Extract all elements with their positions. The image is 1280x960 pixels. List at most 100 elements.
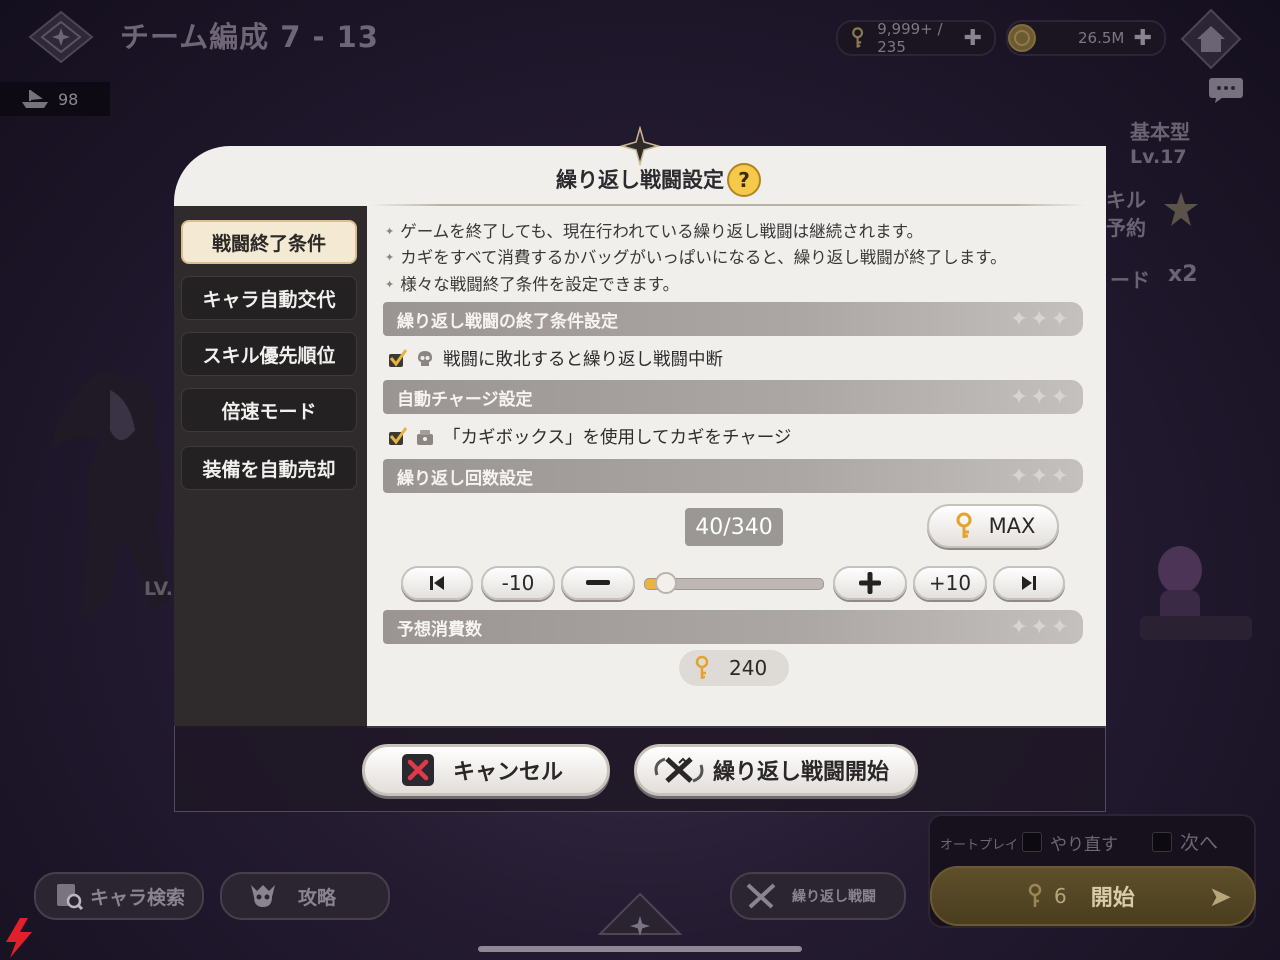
skill-label-2: 予約 — [1106, 216, 1146, 240]
decrement-button[interactable] — [561, 566, 635, 600]
question-icon[interactable]: ? — [726, 162, 762, 198]
close-icon — [402, 754, 434, 786]
skip-last-icon — [1022, 576, 1036, 590]
key-icon — [1028, 883, 1042, 907]
repeat-battle-button[interactable]: 繰り返し戦闘 — [730, 872, 906, 920]
repeat-count-slider[interactable] — [644, 572, 824, 594]
info-note: 様々な戦闘終了条件を設定できます。 — [385, 271, 679, 295]
repeat-battle-label: 繰り返し戦闘 — [792, 889, 876, 905]
double-arrow-icon: ➤ — [1208, 879, 1232, 913]
boat-counter: 98 — [0, 82, 110, 116]
tab-label: 倍速モード — [221, 400, 317, 423]
defeat-stop-label: 戦闘に敗北すると繰り返し戦闘中断 — [443, 350, 723, 370]
add-keys-icon[interactable]: ✚ — [964, 26, 982, 51]
max-button[interactable]: MAX — [927, 504, 1059, 548]
section-title: 予想消費数 — [397, 619, 482, 640]
back-diamond-icon[interactable] — [28, 10, 94, 64]
slider-thumb[interactable] — [655, 572, 677, 594]
settings-sidebar: 戦闘終了条件 キャラ自動交代 スキル優先順位 倍速モード 装備を自動売却 — [174, 206, 367, 728]
start-repeat-battle-label: 繰り返し戦闘開始 — [713, 760, 890, 785]
cancel-button[interactable]: キャンセル — [362, 744, 610, 796]
add-coins-icon[interactable]: ✚ — [1134, 26, 1152, 51]
strategy-button[interactable]: 攻略 — [220, 872, 390, 920]
defeat-stop-option[interactable]: 戦闘に敗北すると繰り返し戦闘中断 — [387, 346, 723, 371]
left-char-level: LV. — [144, 578, 173, 600]
home-indicator — [478, 946, 802, 952]
next-checkbox[interactable] — [1152, 832, 1172, 852]
repeat-swords-icon — [654, 757, 704, 783]
stars-decoration-icon: ✦✦✦ — [1009, 614, 1071, 640]
section-header-repeat-count: 繰り返し回数設定 ✦✦✦ — [383, 459, 1083, 493]
stars-decoration-icon: ✦✦✦ — [1009, 384, 1071, 410]
boat-count: 98 — [58, 89, 79, 109]
key-box-icon — [417, 429, 433, 445]
repeat-battle-settings-dialog: 繰り返し戦闘設定 ? 戦闘終了条件 キャラ自動交代 スキル優先順位 倍速モード … — [174, 126, 1106, 812]
section-title: 自動チャージ設定 — [397, 389, 533, 410]
tab-label: 戦闘終了条件 — [211, 232, 326, 255]
diamond-ornament-icon — [620, 126, 660, 166]
skull-icon — [251, 885, 275, 907]
info-note: カギをすべて消費するかバッグがいっぱいになると、繰り返し戦闘が終了します。 — [385, 244, 1006, 268]
tab-label: キャラ自動交代 — [202, 288, 336, 311]
rarity-stars — [1140, 616, 1252, 640]
tab-auto-sell-equipment[interactable]: 装備を自動売却 — [181, 446, 357, 490]
skill-label-1: キル — [1106, 188, 1146, 212]
tab-speed-mode[interactable]: 倍速モード — [181, 388, 357, 432]
next-label: 次へ — [1180, 832, 1219, 854]
checkbox-checked-icon[interactable] — [387, 348, 407, 369]
plus-icon — [859, 572, 881, 594]
minus-10-label: -10 — [501, 571, 535, 595]
home-icon[interactable] — [1180, 8, 1242, 70]
mode-label: ード — [1110, 268, 1150, 292]
tab-skill-priority[interactable]: スキル優先順位 — [181, 332, 357, 376]
coin-count: 26.5M — [1078, 29, 1125, 47]
skull-icon — [418, 350, 432, 366]
key-box-charge-option[interactable]: 「カギボックス」を使用してカギをチャージ — [387, 424, 791, 449]
tab-label: 装備を自動売却 — [202, 458, 336, 481]
character-search-label: キャラ検索 — [90, 886, 186, 909]
checkbox-checked-icon[interactable] — [387, 426, 407, 447]
character-search-button[interactable]: キャラ検索 — [34, 872, 204, 920]
tab-label: スキル優先順位 — [202, 344, 336, 367]
lightning-logo-icon — [6, 918, 32, 958]
start-repeat-battle-button[interactable]: 繰り返し戦闘開始 — [634, 744, 918, 796]
increment-button[interactable] — [833, 566, 907, 600]
tab-auto-character-swap[interactable]: キャラ自動交代 — [181, 276, 357, 320]
coin-currency[interactable]: 26.5M ✚ — [1006, 20, 1166, 56]
section-title: 繰り返し戦闘の終了条件設定 — [397, 311, 618, 332]
minus-icon — [586, 580, 610, 585]
search-icon — [57, 884, 84, 911]
start-cost: 6 — [1054, 884, 1067, 908]
key-currency[interactable]: 9,999+ / 235 ✚ — [836, 20, 996, 56]
chat-icon[interactable] — [1208, 76, 1244, 104]
stars-decoration-icon: ✦✦✦ — [1009, 306, 1071, 332]
stars-decoration-icon: ✦✦✦ — [1009, 463, 1071, 489]
character-silhouette — [50, 370, 170, 620]
boat-icon — [22, 90, 48, 108]
crossed-swords-icon — [746, 883, 776, 909]
expected-cost-value: 240 — [729, 656, 768, 680]
key-box-charge-label: 「カギボックス」を使用してカギをチャージ — [443, 428, 792, 448]
star-icon — [1164, 192, 1198, 226]
key-count: 9,999+ / 235 — [877, 20, 943, 56]
section-header-expected-cost: 予想消費数 ✦✦✦ — [383, 610, 1083, 644]
skip-to-start-button[interactable] — [401, 566, 473, 600]
start-label: 開始 — [1090, 886, 1135, 911]
info-note: ゲームを終了しても、現在行われている繰り返し戦闘は継続されます。 — [385, 218, 923, 242]
key-icon — [852, 27, 864, 48]
multiplier-badge: x2 — [1168, 262, 1198, 287]
redo-checkbox[interactable] — [1022, 832, 1042, 852]
skip-first-icon — [430, 576, 444, 590]
max-label: MAX — [988, 514, 1036, 538]
minus-10-button[interactable]: -10 — [481, 566, 555, 600]
skip-to-end-button[interactable] — [993, 566, 1065, 600]
key-icon — [695, 655, 709, 679]
coin-icon — [1008, 24, 1036, 52]
level-label: Lv.17 — [1130, 146, 1187, 168]
plus-10-label: +10 — [928, 571, 972, 595]
plus-10-button[interactable]: +10 — [913, 566, 987, 600]
start-button[interactable]: 6 開始 ➤ — [930, 866, 1256, 926]
tab-battle-end-conditions[interactable]: 戦闘終了条件 — [181, 220, 357, 264]
expected-cost-display: 240 — [679, 650, 789, 686]
screen-title: チーム編成 7 - 13 — [120, 20, 379, 54]
